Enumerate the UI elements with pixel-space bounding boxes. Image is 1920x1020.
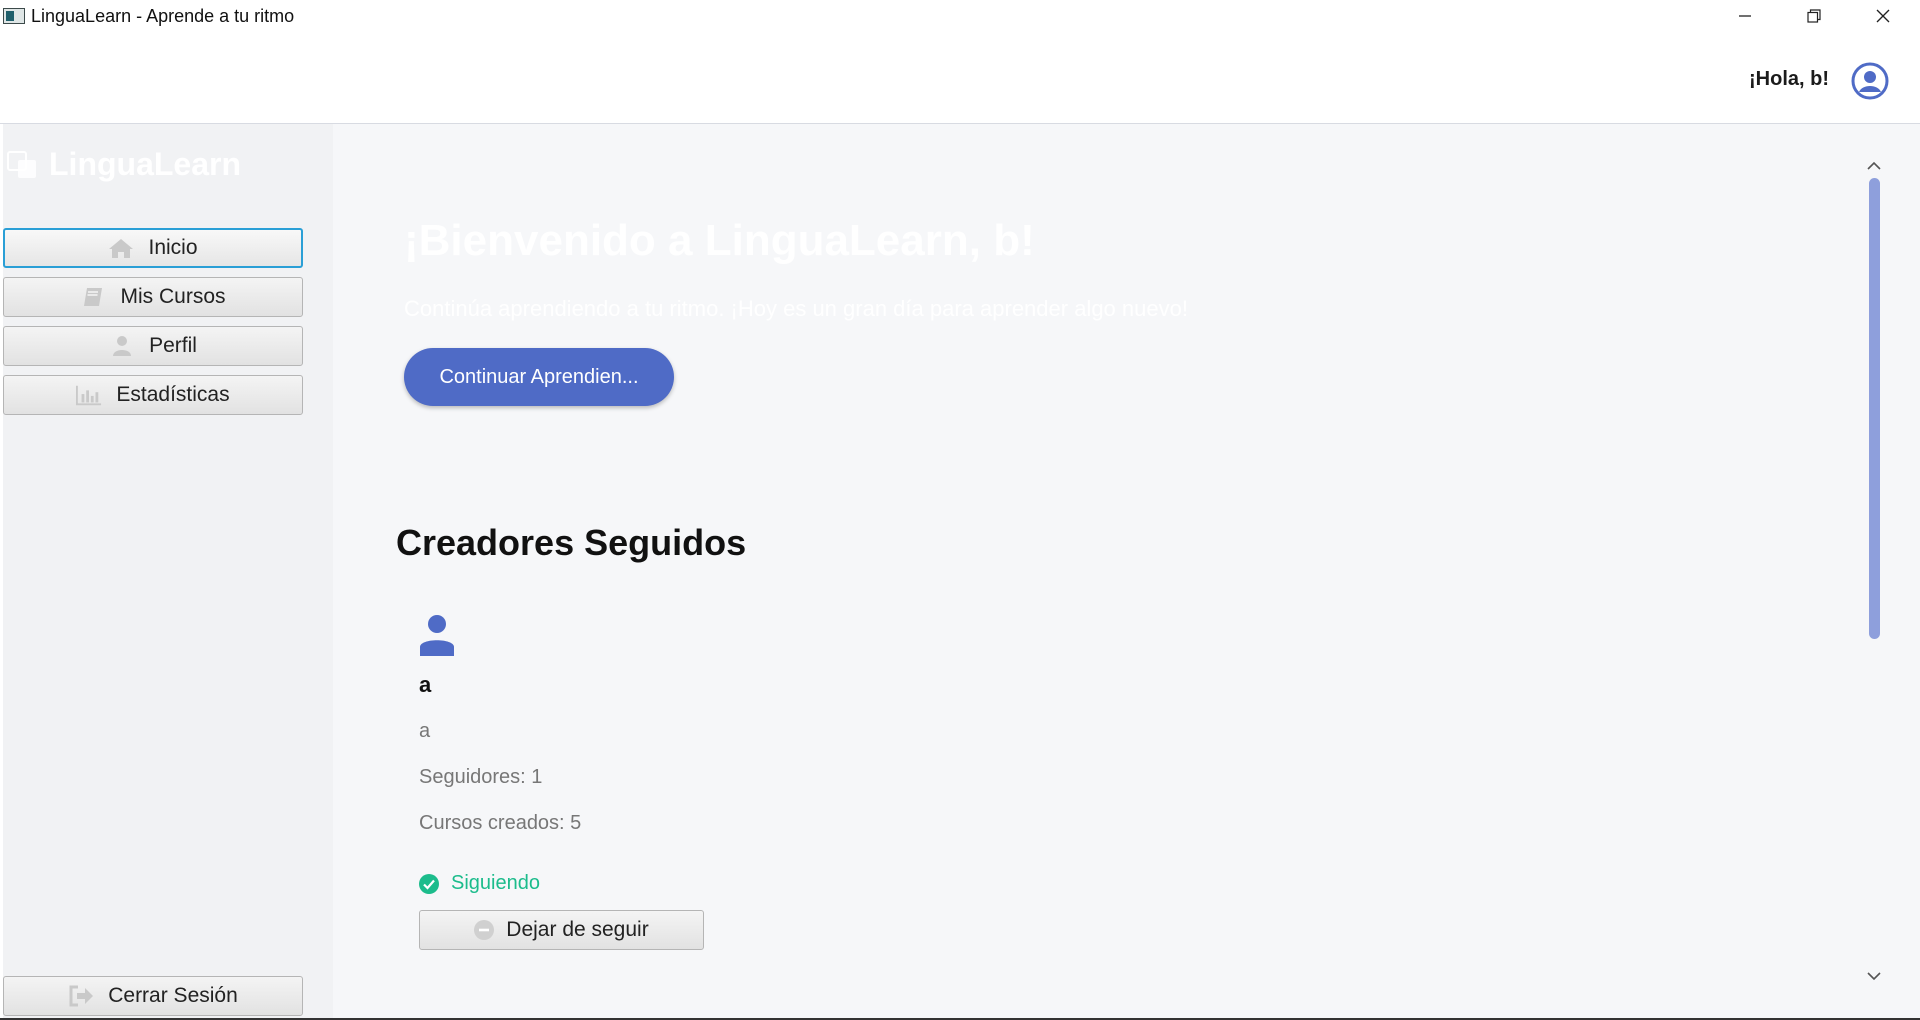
sidebar-item-estadisticas[interactable]: Estadísticas xyxy=(3,375,303,415)
bar-chart-icon xyxy=(76,383,102,407)
sidebar-item-label: Perfil xyxy=(149,334,197,357)
window-title: LinguaLearn - Aprende a tu ritmo xyxy=(31,6,295,26)
sidebar: LinguaLearn Inicio Mis Cursos Perfil Est… xyxy=(3,124,333,1020)
unfollow-button[interactable]: Dejar de seguir xyxy=(419,910,704,950)
creator-courses: Cursos creados: 5 xyxy=(419,812,582,834)
maximize-button[interactable] xyxy=(1779,0,1848,32)
main-content: ¡Bienvenido a LinguaLearn, b! Continúa a… xyxy=(333,124,1920,1020)
creator-avatar-icon xyxy=(420,615,454,656)
sidebar-item-perfil[interactable]: Perfil xyxy=(3,326,303,366)
home-icon xyxy=(108,236,134,260)
app-icon xyxy=(3,8,25,24)
continue-learning-button[interactable]: Continuar Aprendien... xyxy=(404,348,674,406)
brand: LinguaLearn xyxy=(3,144,241,184)
minimize-button[interactable] xyxy=(1710,0,1779,32)
sidebar-item-label: Mis Cursos xyxy=(120,285,226,308)
sidebar-item-mis-cursos[interactable]: Mis Cursos xyxy=(3,277,303,317)
scroll-up-arrow-icon[interactable] xyxy=(1864,158,1884,174)
book-icon xyxy=(80,285,106,309)
user-avatar-icon[interactable] xyxy=(1851,62,1889,100)
followed-creators-title: Creadores Seguidos xyxy=(396,522,747,563)
close-button[interactable] xyxy=(1848,0,1917,32)
vertical-scrollbar-thumb[interactable] xyxy=(1869,178,1880,639)
following-status-label: Siguiendo xyxy=(451,872,540,894)
sidebar-item-inicio[interactable]: Inicio xyxy=(3,228,303,268)
welcome-subtitle: Continúa aprendiendo a tu ritmo. ¡Hoy es… xyxy=(404,296,1188,321)
close-icon xyxy=(1876,9,1889,23)
app-window: LinguaLearn - Aprende a tu ritmo ¡Hola, … xyxy=(0,0,1920,1020)
brand-name: LinguaLearn xyxy=(49,145,242,182)
creator-followers: Seguidores: 1 xyxy=(419,766,543,788)
following-status: Siguiendo xyxy=(419,872,540,895)
sidebar-item-label: Inicio xyxy=(148,236,198,259)
user-greeting: ¡Hola, b! xyxy=(1749,68,1829,90)
restore-icon xyxy=(1806,9,1821,23)
welcome-title: ¡Bienvenido a LinguaLearn, b! xyxy=(404,216,1035,265)
scroll-down-arrow-icon[interactable] xyxy=(1864,968,1884,984)
top-header: ¡Hola, b! xyxy=(0,32,1920,124)
language-icon xyxy=(7,151,36,178)
user-icon xyxy=(109,334,135,358)
check-circle-icon xyxy=(419,873,439,894)
sidebar-item-label: Estadísticas xyxy=(116,383,230,406)
creator-card: a a Seguidores: 1 Cursos creados: 5 Sigu… xyxy=(419,614,819,1014)
minimize-icon xyxy=(1738,15,1751,17)
unfollow-label: Dejar de seguir xyxy=(506,918,649,941)
logout-label: Cerrar Sesión xyxy=(108,984,238,1007)
minus-circle-icon xyxy=(474,920,495,940)
logout-button[interactable]: Cerrar Sesión xyxy=(3,976,303,1016)
creator-name: a xyxy=(419,672,432,697)
title-bar: LinguaLearn - Aprende a tu ritmo xyxy=(0,0,1920,32)
sign-out-icon xyxy=(68,984,94,1008)
creator-username: a xyxy=(419,720,431,742)
